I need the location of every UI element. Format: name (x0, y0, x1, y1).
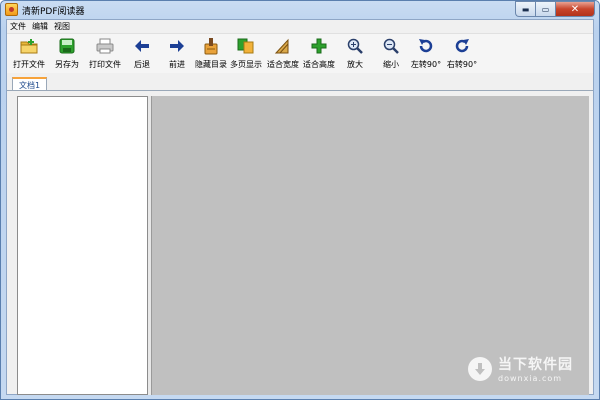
app-logo-icon (5, 3, 18, 16)
toolbar: 打开文件 另存为 打印文件 后退 前进 隐藏目录 多页显示 适合宽度 适合高度 … (7, 33, 593, 73)
save-as-label: 另存为 (55, 60, 79, 69)
save-as-icon (57, 36, 77, 56)
back-button[interactable]: 后退 (127, 36, 157, 72)
fit-height-icon (309, 36, 329, 56)
menu-edit[interactable]: 编辑 (29, 20, 51, 33)
download-arrow-icon (468, 356, 492, 381)
back-label: 后退 (134, 60, 150, 69)
minimize-button[interactable]: ▬ (515, 1, 535, 17)
zoom-out-icon (381, 36, 401, 56)
window-title: 清新PDF阅读器 (22, 7, 85, 17)
zoom-in-icon (345, 36, 365, 56)
forward-label: 前进 (169, 60, 185, 69)
rotate-left-icon (416, 36, 436, 56)
save-as-button[interactable]: 另存为 (51, 36, 83, 72)
window-controls: ▬ ▭ ✕ (515, 1, 595, 17)
multi-page-icon (236, 36, 256, 56)
outline-panel[interactable] (17, 96, 148, 395)
arrow-right-icon (167, 36, 187, 56)
zoom-out-label: 缩小 (383, 60, 399, 69)
fit-height-label: 适合高度 (303, 60, 335, 69)
watermark-title: 当下软件园 (498, 357, 573, 373)
open-file-button[interactable]: 打开文件 (9, 36, 49, 72)
hide-toc-label: 隐藏目录 (195, 60, 227, 69)
rotate-left-button[interactable]: 左转90° (408, 36, 444, 72)
close-button[interactable]: ✕ (555, 1, 595, 17)
title-bar[interactable]: 清新PDF阅读器 ▬ ▭ ✕ (1, 1, 599, 19)
hide-toc-button[interactable]: 隐藏目录 (191, 36, 231, 72)
fit-height-button[interactable]: 适合高度 (301, 36, 337, 72)
forward-button[interactable]: 前进 (162, 36, 192, 72)
print-label: 打印文件 (89, 60, 121, 69)
rotate-right-icon (452, 36, 472, 56)
zoom-in-button[interactable]: 放大 (340, 36, 370, 72)
document-viewer[interactable]: 当下软件园 downxia.com (151, 96, 589, 395)
rotate-right-label: 右转90° (446, 60, 478, 69)
multi-page-label: 多页显示 (230, 60, 262, 69)
content-frame: 当下软件园 downxia.com (7, 90, 593, 395)
open-file-label: 打开文件 (13, 60, 45, 69)
open-folder-icon (19, 36, 39, 56)
print-button[interactable]: 打印文件 (85, 36, 125, 72)
zoom-in-label: 放大 (347, 60, 363, 69)
menu-file[interactable]: 文件 (7, 20, 29, 33)
printer-icon (95, 36, 115, 56)
multi-page-button[interactable]: 多页显示 (228, 36, 264, 72)
rotate-left-label: 左转90° (410, 60, 442, 69)
menu-view[interactable]: 视图 (51, 20, 73, 33)
arrow-left-icon (132, 36, 152, 56)
zoom-out-button[interactable]: 缩小 (376, 36, 406, 72)
hide-toc-icon (201, 36, 221, 56)
watermark: 当下软件园 downxia.com (468, 354, 573, 383)
rotate-right-button[interactable]: 右转90° (444, 36, 480, 72)
client-area: 文件 编辑 视图 打开文件 另存为 打印文件 后退 前进 隐藏目录 多页显示 适… (6, 19, 594, 395)
fit-width-icon (273, 36, 293, 56)
tab-document-1[interactable]: 文档1 (12, 77, 48, 91)
document-tabs: 文档1 (7, 74, 593, 91)
fit-width-button[interactable]: 适合宽度 (265, 36, 301, 72)
watermark-url: downxia.com (498, 374, 563, 383)
maximize-button[interactable]: ▭ (535, 1, 555, 17)
menu-bar: 文件 编辑 视图 (7, 20, 593, 33)
app-window: 清新PDF阅读器 ▬ ▭ ✕ 文件 编辑 视图 打开文件 另存为 打印文件 后退… (0, 0, 600, 400)
fit-width-label: 适合宽度 (267, 60, 299, 69)
